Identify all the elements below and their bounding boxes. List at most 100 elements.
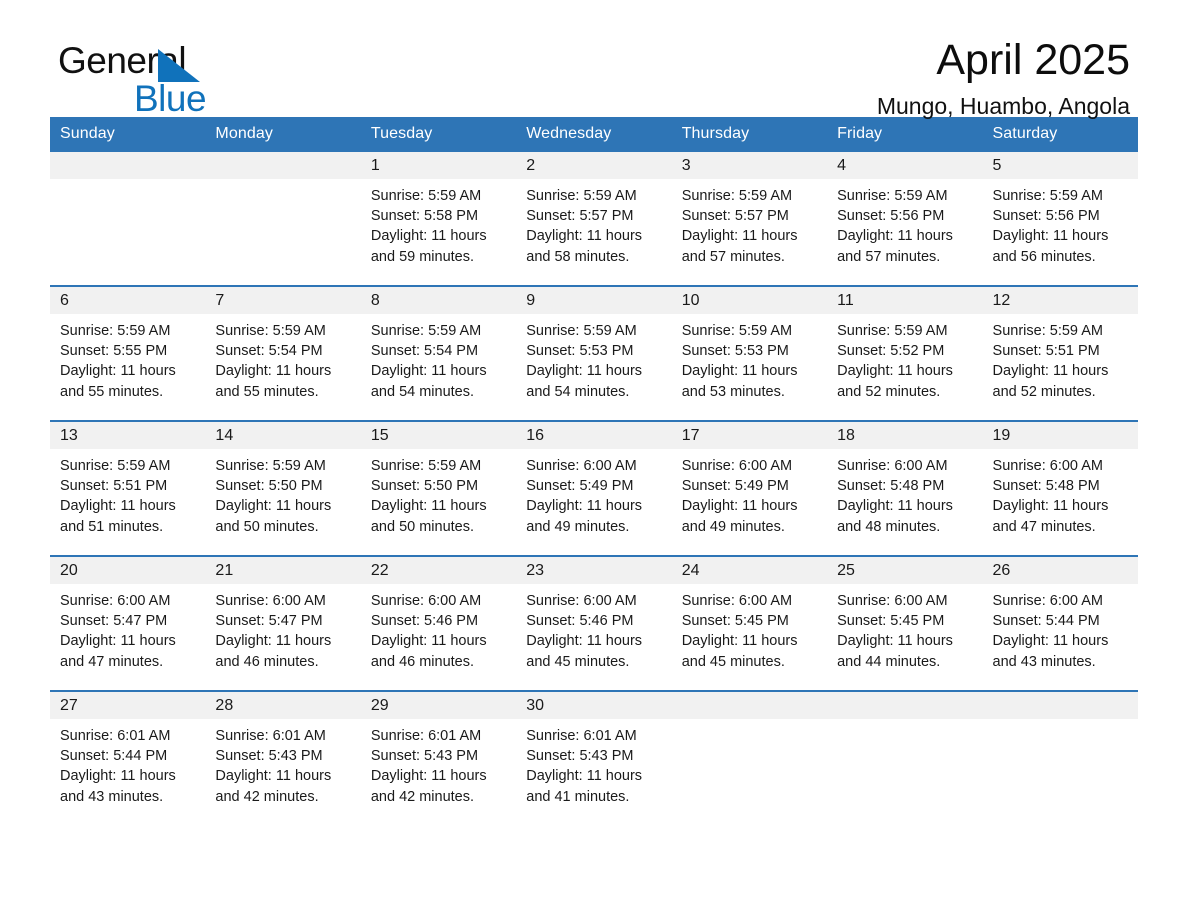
day-details: Sunrise: 6:00 AM Sunset: 5:45 PM Dayligh… bbox=[827, 584, 982, 672]
calendar-day-cell[interactable]: 16 Sunrise: 6:00 AM Sunset: 5:49 PM Dayl… bbox=[516, 420, 672, 556]
calendar-day-cell[interactable]: 15 Sunrise: 5:59 AM Sunset: 5:50 PM Dayl… bbox=[360, 420, 517, 556]
daylight-text: Daylight: 11 hours and 42 minutes. bbox=[370, 768, 487, 805]
daylight-text: Daylight: 11 hours and 50 minutes. bbox=[215, 498, 332, 535]
sunset-text: Sunset: 5:58 PM bbox=[370, 208, 479, 225]
calendar-day-cell[interactable]: 8 Sunrise: 5:59 AM Sunset: 5:54 PM Dayli… bbox=[360, 285, 517, 421]
daylight-text: Daylight: 11 hours and 52 minutes. bbox=[837, 363, 953, 400]
calendar-day-cell[interactable]: 22 Sunrise: 6:00 AM Sunset: 5:46 PM Dayl… bbox=[360, 555, 517, 691]
day-cell-inner bbox=[827, 692, 983, 825]
calendar-day-cell[interactable]: 1 Sunrise: 5:59 AM Sunset: 5:58 PM Dayli… bbox=[360, 152, 517, 286]
calendar-day-cell[interactable]: 19 Sunrise: 6:00 AM Sunset: 5:48 PM Dayl… bbox=[982, 420, 1138, 556]
calendar-day-cell[interactable]: 29 Sunrise: 6:01 AM Sunset: 5:43 PM Dayl… bbox=[360, 690, 517, 825]
daylight-text: Daylight: 11 hours and 58 minutes. bbox=[526, 228, 643, 265]
calendar-day-cell[interactable]: 24 Sunrise: 6:00 AM Sunset: 5:45 PM Dayl… bbox=[671, 555, 828, 691]
sunrise-text: Sunrise: 6:00 AM bbox=[526, 593, 637, 609]
sunset-text: Sunset: 5:49 PM bbox=[681, 478, 789, 495]
day-details: Sunrise: 5:59 AM Sunset: 5:53 PM Dayligh… bbox=[516, 314, 671, 402]
daylight-text: Daylight: 11 hours and 47 minutes. bbox=[60, 633, 176, 670]
weekday-header-thursday: Thursday bbox=[671, 117, 828, 152]
daylight-text: Daylight: 11 hours and 52 minutes. bbox=[992, 363, 1109, 400]
day-number: 29 bbox=[360, 692, 517, 719]
sunrise-text: Sunrise: 5:59 AM bbox=[837, 188, 948, 204]
sunset-text: Sunset: 5:54 PM bbox=[370, 343, 479, 360]
calendar-day-cell[interactable]: 11 Sunrise: 5:59 AM Sunset: 5:52 PM Dayl… bbox=[827, 285, 983, 421]
sunset-text: Sunset: 5:45 PM bbox=[681, 613, 789, 630]
calendar-day-cell[interactable]: 3 Sunrise: 5:59 AM Sunset: 5:57 PM Dayli… bbox=[671, 152, 828, 286]
day-details: Sunrise: 6:00 AM Sunset: 5:49 PM Dayligh… bbox=[672, 449, 827, 537]
day-details: Sunrise: 5:59 AM Sunset: 5:58 PM Dayligh… bbox=[361, 179, 516, 267]
calendar-day-cell[interactable]: 23 Sunrise: 6:00 AM Sunset: 5:46 PM Dayl… bbox=[516, 555, 672, 691]
sunrise-text: Sunrise: 5:59 AM bbox=[370, 188, 482, 204]
sunset-text: Sunset: 5:47 PM bbox=[60, 613, 168, 630]
day-number: 15 bbox=[360, 422, 517, 449]
sunset-text: Sunset: 5:46 PM bbox=[526, 613, 634, 630]
day-details: Sunrise: 6:00 AM Sunset: 5:49 PM Dayligh… bbox=[516, 449, 671, 537]
triangle-logo-icon bbox=[158, 49, 200, 82]
calendar-day-cell[interactable]: 25 Sunrise: 6:00 AM Sunset: 5:45 PM Dayl… bbox=[827, 555, 983, 691]
calendar-day-cell[interactable]: 18 Sunrise: 6:00 AM Sunset: 5:48 PM Dayl… bbox=[827, 420, 983, 556]
calendar-day-cell[interactable]: 13 Sunrise: 5:59 AM Sunset: 5:51 PM Dayl… bbox=[50, 420, 206, 556]
day-number: 19 bbox=[982, 422, 1138, 449]
day-details: Sunrise: 6:00 AM Sunset: 5:48 PM Dayligh… bbox=[827, 449, 982, 537]
sunrise-text: Sunrise: 6:00 AM bbox=[992, 593, 1103, 609]
calendar-day-cell[interactable]: 12 Sunrise: 5:59 AM Sunset: 5:51 PM Dayl… bbox=[982, 285, 1138, 421]
calendar-day-cell[interactable]: 26 Sunrise: 6:00 AM Sunset: 5:44 PM Dayl… bbox=[982, 555, 1138, 691]
day-cell-inner: 30 Sunrise: 6:01 AM Sunset: 5:43 PM Dayl… bbox=[516, 692, 672, 825]
day-cell-inner: 26 Sunrise: 6:00 AM Sunset: 5:44 PM Dayl… bbox=[982, 557, 1138, 690]
calendar-day-cell[interactable]: 21 Sunrise: 6:00 AM Sunset: 5:47 PM Dayl… bbox=[205, 555, 361, 691]
daylight-text: Daylight: 11 hours and 45 minutes. bbox=[526, 633, 643, 670]
calendar-day-cell[interactable]: 30 Sunrise: 6:01 AM Sunset: 5:43 PM Dayl… bbox=[516, 690, 672, 825]
calendar-day-cell[interactable]: 7 Sunrise: 5:59 AM Sunset: 5:54 PM Dayli… bbox=[205, 285, 361, 421]
calendar-day-cell[interactable]: 10 Sunrise: 5:59 AM Sunset: 5:53 PM Dayl… bbox=[671, 285, 828, 421]
day-number: 24 bbox=[671, 557, 828, 584]
sunset-text: Sunset: 5:57 PM bbox=[681, 208, 789, 225]
day-number: 9 bbox=[516, 287, 672, 314]
sunrise-text: Sunrise: 6:00 AM bbox=[992, 458, 1103, 474]
day-cell-inner: 21 Sunrise: 6:00 AM Sunset: 5:47 PM Dayl… bbox=[205, 557, 361, 690]
day-cell-inner bbox=[982, 692, 1138, 825]
day-cell-inner: 23 Sunrise: 6:00 AM Sunset: 5:46 PM Dayl… bbox=[516, 557, 672, 690]
calendar-day-cell[interactable]: 2 Sunrise: 5:59 AM Sunset: 5:57 PM Dayli… bbox=[516, 152, 672, 286]
day-details: Sunrise: 5:59 AM Sunset: 5:50 PM Dayligh… bbox=[205, 449, 360, 537]
day-cell-inner: 19 Sunrise: 6:00 AM Sunset: 5:48 PM Dayl… bbox=[982, 422, 1138, 555]
day-number: 11 bbox=[827, 287, 983, 314]
calendar-day-cell[interactable]: 17 Sunrise: 6:00 AM Sunset: 5:49 PM Dayl… bbox=[671, 420, 828, 556]
day-number bbox=[827, 692, 983, 719]
calendar-day-cell[interactable]: 14 Sunrise: 5:59 AM Sunset: 5:50 PM Dayl… bbox=[205, 420, 361, 556]
calendar-day-cell[interactable]: 9 Sunrise: 5:59 AM Sunset: 5:53 PM Dayli… bbox=[516, 285, 672, 421]
sunrise-text: Sunrise: 5:59 AM bbox=[215, 323, 326, 339]
day-cell-inner: 3 Sunrise: 5:59 AM Sunset: 5:57 PM Dayli… bbox=[671, 152, 828, 285]
calendar-week-row: 20 Sunrise: 6:00 AM Sunset: 5:47 PM Dayl… bbox=[50, 555, 1138, 691]
brand-logo[interactable]: General Blue bbox=[58, 42, 207, 119]
weekday-header-monday: Monday bbox=[205, 117, 361, 152]
day-details: Sunrise: 5:59 AM Sunset: 5:51 PM Dayligh… bbox=[50, 449, 205, 537]
sunrise-text: Sunrise: 5:59 AM bbox=[370, 458, 482, 474]
daylight-text: Daylight: 11 hours and 59 minutes. bbox=[370, 228, 487, 265]
daylight-text: Daylight: 11 hours and 44 minutes. bbox=[837, 633, 953, 670]
calendar-day-cell[interactable]: 28 Sunrise: 6:01 AM Sunset: 5:43 PM Dayl… bbox=[205, 690, 361, 825]
calendar-day-cell[interactable]: 4 Sunrise: 5:59 AM Sunset: 5:56 PM Dayli… bbox=[827, 152, 983, 286]
calendar-week-row: 27 Sunrise: 6:01 AM Sunset: 5:44 PM Dayl… bbox=[50, 690, 1138, 825]
calendar-day-cell[interactable]: 27 Sunrise: 6:01 AM Sunset: 5:44 PM Dayl… bbox=[50, 690, 206, 825]
day-cell-inner: 24 Sunrise: 6:00 AM Sunset: 5:45 PM Dayl… bbox=[671, 557, 828, 690]
sunrise-text: Sunrise: 5:59 AM bbox=[60, 458, 171, 474]
daylight-text: Daylight: 11 hours and 45 minutes. bbox=[681, 633, 798, 670]
daylight-text: Daylight: 11 hours and 53 minutes. bbox=[681, 363, 798, 400]
sunrise-text: Sunrise: 6:00 AM bbox=[837, 458, 948, 474]
sunset-text: Sunset: 5:43 PM bbox=[526, 748, 634, 765]
day-details: Sunrise: 6:00 AM Sunset: 5:47 PM Dayligh… bbox=[50, 584, 205, 672]
day-cell-inner: 14 Sunrise: 5:59 AM Sunset: 5:50 PM Dayl… bbox=[205, 422, 361, 555]
sunset-text: Sunset: 5:56 PM bbox=[992, 208, 1100, 225]
brand-name-blue: Blue bbox=[134, 78, 207, 119]
sunrise-text: Sunrise: 5:59 AM bbox=[370, 323, 482, 339]
sunset-text: Sunset: 5:53 PM bbox=[526, 343, 634, 360]
calendar-day-cell[interactable]: 6 Sunrise: 5:59 AM Sunset: 5:55 PM Dayli… bbox=[50, 285, 206, 421]
sunrise-text: Sunrise: 6:00 AM bbox=[837, 593, 948, 609]
sunset-text: Sunset: 5:43 PM bbox=[215, 748, 323, 765]
calendar-day-cell[interactable]: 20 Sunrise: 6:00 AM Sunset: 5:47 PM Dayl… bbox=[50, 555, 206, 691]
day-number: 21 bbox=[205, 557, 361, 584]
sunrise-text: Sunrise: 6:00 AM bbox=[215, 593, 326, 609]
day-cell-inner: 25 Sunrise: 6:00 AM Sunset: 5:45 PM Dayl… bbox=[827, 557, 983, 690]
calendar-day-cell[interactable]: 5 Sunrise: 5:59 AM Sunset: 5:56 PM Dayli… bbox=[982, 152, 1138, 286]
sunset-text: Sunset: 5:55 PM bbox=[60, 343, 168, 360]
